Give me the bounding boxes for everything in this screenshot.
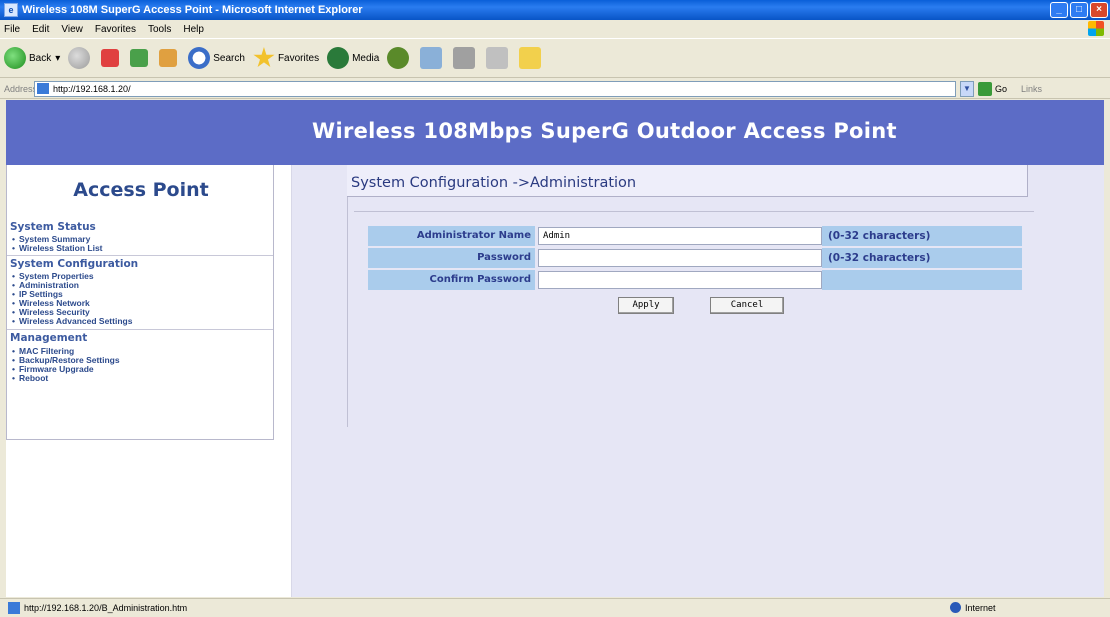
go-button[interactable]: Go <box>978 81 1008 96</box>
page-title: System Configuration ->Administration <box>351 175 637 191</box>
admin-name-label: Administrator Name <box>368 226 535 246</box>
zone-label: Internet <box>965 602 996 613</box>
cancel-button[interactable]: Cancel <box>710 297 784 314</box>
mail-button[interactable] <box>420 47 445 69</box>
form-row-password: Password (0-32 characters) <box>368 248 1022 268</box>
confirm-password-hint <box>822 270 1022 290</box>
favorites-label: Favorites <box>277 52 320 64</box>
password-label: Password <box>368 248 535 268</box>
links-button[interactable]: Links <box>1021 84 1042 94</box>
favorites-star-icon <box>253 47 275 68</box>
address-bar: Address http://192.168.1.20/ ▼ Go Links <box>0 79 1110 99</box>
nav-item-reboot[interactable]: Reboot <box>12 374 120 383</box>
back-dropdown-icon[interactable]: ▾ <box>55 53 60 64</box>
banner-title: Wireless 108Mbps SuperG Outdoor Access P… <box>312 119 897 143</box>
address-label: Address <box>4 83 38 94</box>
folder-icon <box>519 47 542 69</box>
print-button[interactable] <box>453 47 478 69</box>
forward-button[interactable] <box>68 47 93 69</box>
close-button[interactable]: × <box>1090 2 1108 18</box>
print-icon <box>453 47 476 69</box>
nav-heading-system-configuration: System Configuration <box>10 258 139 270</box>
status-bar: http://192.168.1.20/B_Administration.htm… <box>0 598 1110 617</box>
menu-help[interactable]: Help <box>183 24 204 35</box>
media-label: Media <box>352 52 380 64</box>
sidebar-menu: Access Point System Status System Summar… <box>6 165 274 440</box>
password-hint: (0-32 characters) <box>822 248 1022 268</box>
go-label: Go <box>995 83 1008 94</box>
media-icon <box>327 47 350 69</box>
maximize-button[interactable]: □ <box>1070 2 1088 18</box>
nav-list-system-status: System Summary Wireless Station List <box>12 235 103 253</box>
favorites-button[interactable]: Favorites <box>253 47 319 69</box>
address-url: http://192.168.1.20/ <box>53 83 131 94</box>
refresh-button[interactable] <box>130 49 151 67</box>
home-button[interactable] <box>159 49 180 67</box>
edit-button[interactable] <box>486 47 511 69</box>
nav-divider <box>7 255 273 256</box>
window-controls: _ □ × <box>1050 2 1108 18</box>
window-title: Wireless 108M SuperG Access Point - Micr… <box>22 4 363 16</box>
back-label: Back <box>29 52 52 64</box>
internet-globe-icon <box>950 602 961 613</box>
home-icon <box>159 49 178 67</box>
security-zone: Internet <box>950 602 996 613</box>
back-button[interactable]: Back ▾ <box>4 47 60 69</box>
refresh-icon <box>130 49 149 67</box>
windows-logo-icon <box>1088 21 1104 36</box>
admin-name-input[interactable]: Admin <box>538 227 822 245</box>
page-loaded-icon <box>8 602 20 614</box>
nav-heading-system-status: System Status <box>10 221 96 233</box>
nav-item-wireless-advanced-settings[interactable]: Wireless Advanced Settings <box>12 317 132 326</box>
menu-file[interactable]: File <box>4 24 20 35</box>
search-label: Search <box>213 52 245 64</box>
status-url: http://192.168.1.20/B_Administration.htm <box>24 603 188 613</box>
web-page: Wireless 108Mbps SuperG Outdoor Access P… <box>6 100 1104 597</box>
menu-favorites[interactable]: Favorites <box>95 24 136 35</box>
search-button[interactable]: Search <box>188 47 245 69</box>
nav-list-system-configuration: System Properties Administration IP Sett… <box>12 272 132 326</box>
history-button[interactable] <box>387 47 412 69</box>
nav-list-management: MAC Filtering Backup/Restore Settings Fi… <box>12 347 120 383</box>
media-button[interactable]: Media <box>327 47 379 69</box>
stop-button[interactable] <box>101 49 122 67</box>
page-banner: Wireless 108Mbps SuperG Outdoor Access P… <box>6 100 1104 165</box>
go-arrow-icon <box>978 81 992 96</box>
menu-edit[interactable]: Edit <box>32 24 49 35</box>
browser-toolbar: Back ▾ Search Favorites Media <box>0 38 1110 78</box>
content-divider <box>347 197 348 427</box>
mail-icon <box>420 47 443 69</box>
window-titlebar: e Wireless 108M SuperG Access Point - Mi… <box>0 0 1110 20</box>
minimize-button[interactable]: _ <box>1050 2 1068 18</box>
stop-icon <box>101 49 120 67</box>
address-input[interactable]: http://192.168.1.20/ <box>34 80 956 97</box>
sidebar: Access Point System Status System Summar… <box>6 165 292 597</box>
nav-item-wireless-station-list[interactable]: Wireless Station List <box>12 244 103 253</box>
history-icon <box>387 47 410 69</box>
apply-button[interactable]: Apply <box>618 297 674 314</box>
folder-button[interactable] <box>519 47 544 69</box>
search-icon <box>188 47 211 69</box>
menu-tools[interactable]: Tools <box>148 24 171 35</box>
nav-divider <box>7 329 273 330</box>
nav-heading-management: Management <box>10 332 88 344</box>
form-row-admin-name: Administrator Name Admin (0-32 character… <box>368 226 1022 246</box>
form-row-confirm-password: Confirm Password <box>368 270 1022 290</box>
ie-icon: e <box>4 3 18 17</box>
page-icon <box>37 83 49 94</box>
menu-bar: File Edit View Favorites Tools Help <box>0 20 1110 38</box>
confirm-password-label: Confirm Password <box>368 270 535 290</box>
address-dropdown-icon[interactable]: ▼ <box>960 80 974 97</box>
password-input[interactable] <box>538 249 822 267</box>
menu-view[interactable]: View <box>61 24 83 35</box>
edit-icon <box>486 47 509 69</box>
main-content: System Configuration ->Administration Ad… <box>292 165 1104 597</box>
sidebar-title: Access Point <box>73 179 209 201</box>
content-rule <box>354 211 1034 212</box>
admin-name-hint: (0-32 characters) <box>822 226 1022 246</box>
section-header: System Configuration ->Administration <box>347 165 1028 197</box>
forward-arrow-icon <box>68 47 91 69</box>
confirm-password-input[interactable] <box>538 271 822 289</box>
back-arrow-icon <box>4 47 26 69</box>
